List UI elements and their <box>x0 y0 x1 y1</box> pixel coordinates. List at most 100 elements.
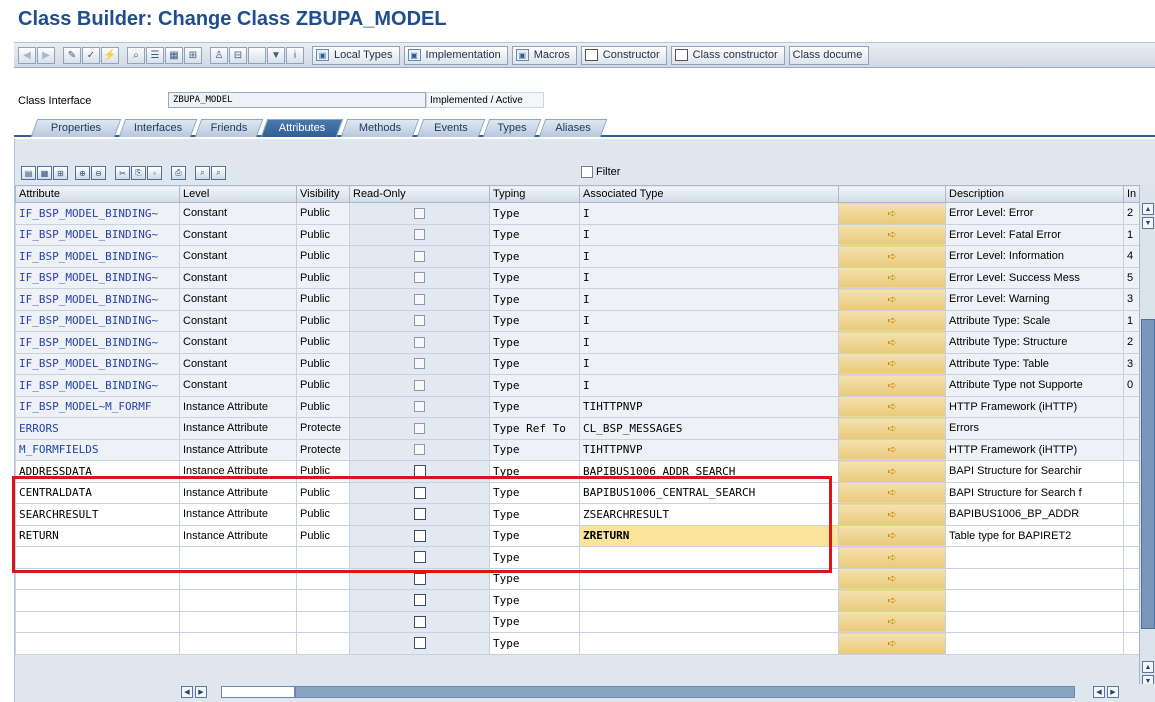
cell-visibility[interactable] <box>296 589 350 612</box>
tab-types[interactable]: Types <box>482 119 542 137</box>
cell-initial-value[interactable] <box>1123 632 1140 655</box>
vertical-scrollbar[interactable]: ▲ ▼ ▲ ▼ <box>1139 185 1155 694</box>
cell-read-only[interactable] <box>349 438 490 461</box>
cell-level[interactable]: Constant <box>179 223 297 246</box>
cell-initial-value[interactable] <box>1123 524 1140 547</box>
cell-read-only[interactable] <box>349 589 490 612</box>
cell-visibility[interactable]: Public <box>296 352 350 375</box>
cell-initial-value[interactable]: 2 <box>1123 202 1140 225</box>
find-icon[interactable]: ⌕ <box>195 166 210 180</box>
read-only-checkbox[interactable] <box>414 293 425 305</box>
cell-visibility[interactable] <box>296 546 350 569</box>
cell-attribute[interactable]: IF_BSP_MODEL_BINDING~ <box>15 266 180 289</box>
cell-visibility[interactable]: Public <box>296 331 350 354</box>
cell-attribute[interactable]: RETURN <box>15 524 180 547</box>
cell-read-only[interactable] <box>349 331 490 354</box>
cell-description[interactable]: Error Level: Error <box>945 202 1124 225</box>
check-icon[interactable]: ✓ <box>82 46 100 64</box>
cell-navigate[interactable]: ➪ <box>838 288 946 311</box>
cell-initial-value[interactable]: 0 <box>1123 374 1140 397</box>
cell-navigate[interactable]: ➪ <box>838 524 946 547</box>
cell-visibility[interactable]: Public <box>296 524 350 547</box>
scroll-up-icon[interactable]: ▲ <box>1142 203 1154 215</box>
col-level[interactable]: Level <box>179 185 297 203</box>
cell-typing[interactable]: Type <box>489 266 580 289</box>
cell-navigate[interactable]: ➪ <box>838 223 946 246</box>
cell-description[interactable] <box>945 567 1124 590</box>
cell-visibility[interactable]: Public <box>296 309 350 332</box>
cell-typing[interactable]: Type <box>489 202 580 225</box>
cell-associated-type[interactable]: I <box>579 309 839 332</box>
tab-methods[interactable]: Methods <box>340 119 420 137</box>
forward-icon[interactable]: ▶ <box>37 46 55 64</box>
cell-associated-type[interactable]: CL_BSP_MESSAGES <box>579 417 839 440</box>
cell-attribute[interactable]: ADDRESSDATA <box>15 460 180 483</box>
cell-typing[interactable]: Type <box>489 610 580 633</box>
cell-attribute[interactable] <box>15 589 180 612</box>
cell-description[interactable]: Error Level: Information <box>945 245 1124 268</box>
cell-level[interactable]: Instance Attribute <box>179 417 297 440</box>
cell-associated-type[interactable]: TIHTTPNVP <box>579 395 839 418</box>
copy-icon[interactable]: ⎘ <box>131 166 146 180</box>
cell-typing[interactable]: Type <box>489 438 580 461</box>
cell-navigate[interactable]: ➪ <box>838 374 946 397</box>
read-only-checkbox[interactable] <box>413 465 426 478</box>
cell-initial-value[interactable] <box>1123 546 1140 569</box>
cell-associated-type[interactable]: BAPIBUS1006_ADDR_SEARCH <box>579 460 839 483</box>
table-row[interactable]: IF_BSP_MODEL_BINDING~ Constant Public Type I… <box>15 266 1140 289</box>
tab-events[interactable]: Events <box>416 119 486 137</box>
cell-visibility[interactable]: Public <box>296 245 350 268</box>
cell-initial-value[interactable] <box>1123 460 1140 483</box>
read-only-checkbox[interactable] <box>414 422 425 434</box>
navigate-arrow-icon[interactable]: ➪ <box>887 595 896 607</box>
cell-description[interactable]: Attribute Type: Scale <box>945 309 1124 332</box>
cell-visibility[interactable]: Public <box>296 481 350 504</box>
cell-associated-type[interactable] <box>579 567 839 590</box>
read-only-checkbox[interactable] <box>414 272 425 284</box>
macros-button[interactable]: ▣ Macros <box>511 45 577 65</box>
cell-level[interactable] <box>179 546 297 569</box>
cell-navigate[interactable]: ➪ <box>838 331 946 354</box>
cell-description[interactable]: Error Level: Success Mess <box>945 266 1124 289</box>
cell-associated-type[interactable]: BAPIBUS1006_CENTRAL_SEARCH <box>579 481 839 504</box>
cell-navigate[interactable]: ➪ <box>838 481 946 504</box>
object-list-icon[interactable]: ☰ <box>146 46 164 64</box>
insert-row-icon[interactable]: ⊕ <box>75 166 90 180</box>
table-row[interactable]: Type ➪ <box>15 632 1140 655</box>
table-row[interactable]: IF_BSP_MODEL_BINDING~ Constant Public Type I… <box>15 374 1140 397</box>
cell-associated-type[interactable]: I <box>579 374 839 397</box>
navigate-arrow-icon[interactable]: ➪ <box>887 272 896 284</box>
cell-read-only[interactable] <box>349 417 490 440</box>
cell-visibility[interactable]: Public <box>296 288 350 311</box>
cell-description[interactable]: Table type for BAPIRET2 <box>945 524 1124 547</box>
cell-attribute[interactable] <box>15 632 180 655</box>
scroll-right-icon[interactable]: ▶ <box>195 686 207 698</box>
cell-navigate[interactable]: ➪ <box>838 503 946 526</box>
tab-interfaces[interactable]: Interfaces <box>118 119 198 137</box>
detail-icon[interactable]: ▤ <box>21 166 36 180</box>
cell-read-only[interactable] <box>349 266 490 289</box>
delete-row-icon[interactable]: ⊖ <box>91 166 106 180</box>
table-row[interactable]: SEARCHRESULT Instance Attribute Public Type… <box>15 503 1140 526</box>
cell-associated-type[interactable]: I <box>579 331 839 354</box>
col-typing[interactable]: Typing <box>489 185 580 203</box>
filter-control[interactable]: Filter <box>581 166 620 178</box>
horizontal-scroll-track[interactable] <box>295 686 1075 698</box>
class-constructor-button[interactable]: Class constructor <box>670 45 785 65</box>
cell-initial-value[interactable] <box>1123 610 1140 633</box>
cell-typing[interactable]: Type <box>489 589 580 612</box>
cell-associated-type[interactable]: I <box>579 288 839 311</box>
class-interface-field[interactable]: ZBUPA_MODEL <box>168 92 426 108</box>
vertical-scroll-thumb[interactable] <box>1141 319 1155 629</box>
select-all-icon[interactable]: ▦ <box>37 166 52 180</box>
navigate-arrow-icon[interactable]: ➪ <box>887 509 896 521</box>
cell-visibility[interactable]: Public <box>296 395 350 418</box>
cell-level[interactable]: Constant <box>179 309 297 332</box>
cell-description[interactable] <box>945 632 1124 655</box>
cell-read-only[interactable] <box>349 288 490 311</box>
cell-initial-value[interactable] <box>1123 503 1140 526</box>
cell-visibility[interactable]: Public <box>296 460 350 483</box>
table-row[interactable]: CENTRALDATA Instance Attribute Public Type B… <box>15 481 1140 504</box>
navigate-arrow-icon[interactable]: ➪ <box>887 530 896 542</box>
cell-navigate[interactable]: ➪ <box>838 309 946 332</box>
